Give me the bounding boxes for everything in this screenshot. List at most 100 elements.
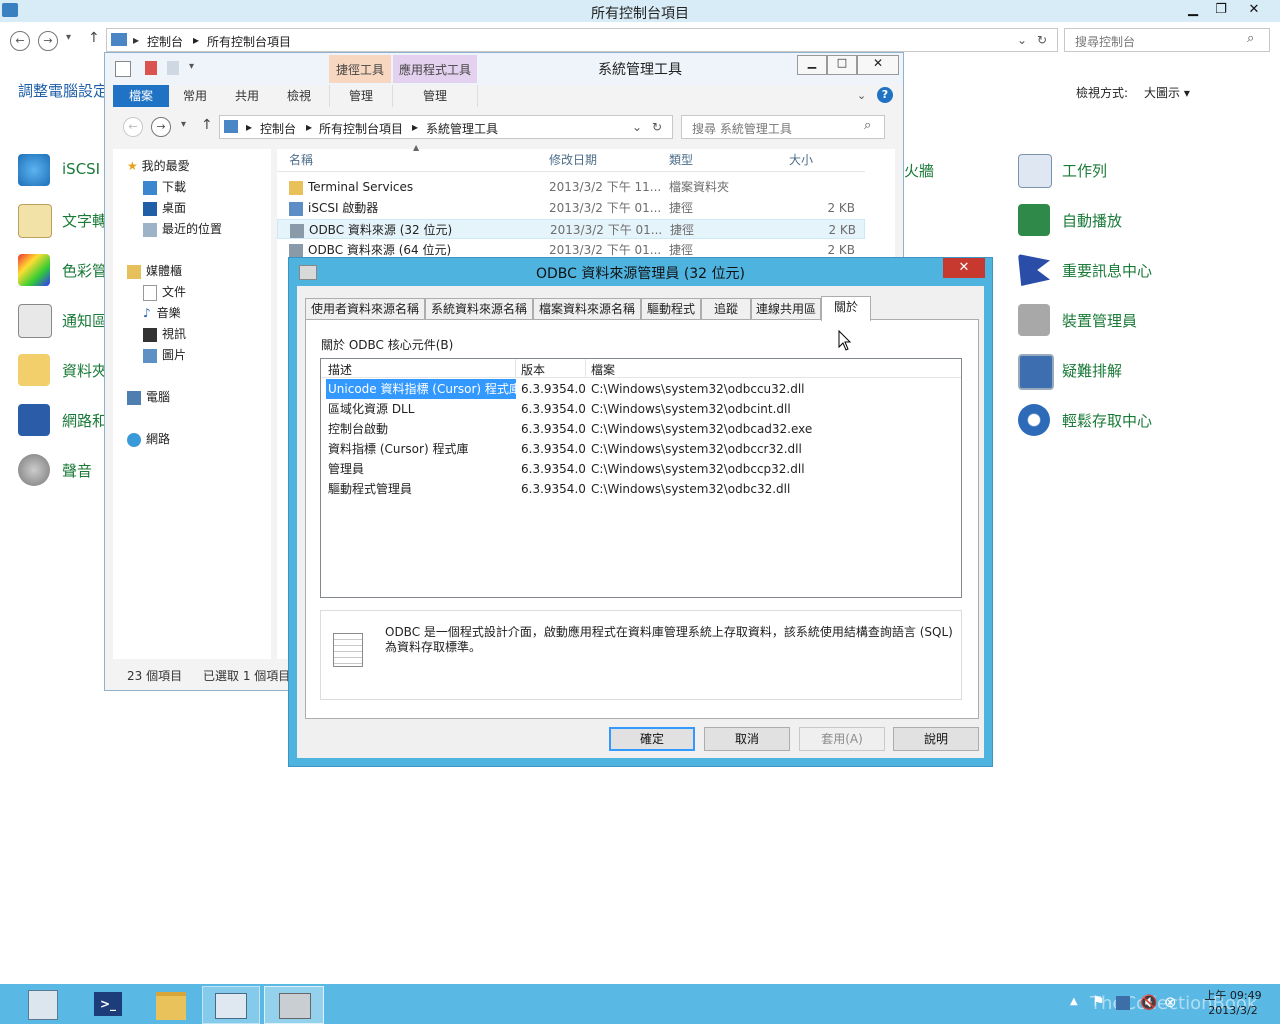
nav-item-music[interactable]: ♪ 音樂 — [143, 304, 181, 321]
nav-favorites[interactable]: ★ 我的最愛 — [127, 157, 190, 174]
column-header-size[interactable]: 大小 — [789, 151, 813, 168]
component-row[interactable]: 管理員 6.3.9354.0 C:\Windows\system32\odbcc… — [321, 459, 961, 479]
column-header-type[interactable]: 類型 — [669, 151, 693, 168]
address-bar[interactable]: ▸ 控制台 ▸ 所有控制台項目 ▸ 系統管理工具 ⌄ ↻ — [219, 115, 673, 139]
quick-access-dropdown-icon[interactable]: ▾ — [189, 61, 194, 72]
show-hidden-icons-chevron-icon[interactable]: ▲ — [1070, 996, 1078, 1007]
speaker-muted-icon[interactable]: 🔇 — [1140, 995, 1157, 1011]
component-row[interactable]: 驅動程式管理員 6.3.9354.0 C:\Windows\system32\o… — [321, 479, 961, 499]
search-box[interactable]: 搜尋 系統管理工具 ⌕ — [681, 115, 885, 139]
cp-item-troubleshooting[interactable]: 疑難排解 — [1062, 360, 1122, 381]
ok-button[interactable]: 確定 — [609, 727, 695, 751]
clock[interactable]: 上午 09:49 2013/3/2 — [1190, 988, 1276, 1018]
tab-system-dsn[interactable]: 系統資料來源名稱 — [425, 298, 533, 320]
back-button[interactable]: ← — [123, 117, 143, 137]
tab-connection-pooling[interactable]: 連線共用區 — [751, 298, 821, 320]
up-arrow-icon[interactable]: ↑ — [88, 30, 100, 46]
up-arrow-icon[interactable]: ↑ — [201, 117, 213, 133]
component-row[interactable]: 區域化資源 DLL 6.3.9354.0 C:\Windows\system32… — [321, 399, 961, 419]
cp-item-network-sharing[interactable]: 網路和 — [62, 410, 107, 431]
nav-item-videos[interactable]: 視訊 — [143, 325, 186, 342]
minimize-button[interactable]: ▁ — [1178, 0, 1208, 20]
breadcrumb-item[interactable]: 系統管理工具 — [426, 120, 498, 137]
forward-button[interactable]: → — [151, 117, 171, 137]
system-menu-icon[interactable] — [115, 61, 131, 77]
help-icon[interactable]: ? — [877, 87, 893, 103]
control-panel-task-button[interactable] — [202, 986, 260, 1024]
component-row[interactable]: 控制台啟動 6.3.9354.0 C:\Windows\system32\odb… — [321, 419, 961, 439]
breadcrumb-item[interactable]: 控制台 — [147, 33, 183, 50]
column-header-name[interactable]: 名稱 — [289, 151, 313, 168]
cp-item-color-management[interactable]: 色彩管 — [62, 260, 107, 281]
cp-item-iscsi[interactable]: iSCSI — [62, 160, 100, 178]
tab-manage-app[interactable]: 管理 — [393, 85, 478, 107]
back-button[interactable]: ← — [10, 31, 30, 51]
tab-about[interactable]: 關於 — [821, 296, 871, 321]
file-row[interactable]: Terminal Services 2013/3/2 下午 11... 檔案資料… — [277, 177, 865, 197]
search-input[interactable]: 搜尋 系統管理工具 — [692, 120, 792, 137]
address-bar[interactable]: ▸ 控制台 ▸ 所有控制台項目 ⌄ ↻ — [106, 28, 1058, 52]
nav-item-desktop[interactable]: 桌面 — [143, 199, 186, 216]
tab-tracing[interactable]: 追蹤 — [701, 298, 751, 320]
cp-item-autoplay[interactable]: 自動播放 — [1062, 210, 1122, 231]
tab-user-dsn[interactable]: 使用者資料來源名稱 — [305, 298, 425, 320]
apply-button[interactable]: 套用(A) — [799, 727, 885, 751]
component-row-selected[interactable]: Unicode 資料指標 (Cursor) 程式庫 6.3.9354.0 C:\… — [321, 379, 961, 399]
column-header-date[interactable]: 修改日期 — [549, 151, 597, 168]
breadcrumb-item[interactable]: 所有控制台項目 — [207, 33, 291, 50]
components-list[interactable]: 描述 版本 檔案 Unicode 資料指標 (Cursor) 程式庫 6.3.9… — [320, 358, 962, 598]
tab-file[interactable]: 檔案 — [113, 85, 169, 107]
tab-share[interactable]: 共用 — [223, 85, 271, 107]
network-tray-icon[interactable] — [1116, 996, 1130, 1010]
minimize-button[interactable]: ▁ — [797, 55, 827, 75]
cp-item-notification-area[interactable]: 通知區 — [62, 310, 107, 331]
close-button[interactable]: ✕ — [857, 55, 899, 75]
file-row[interactable]: iSCSI 啟動器 2013/3/2 下午 01... 捷徑 2 KB — [277, 198, 865, 218]
properties-icon[interactable] — [145, 61, 157, 75]
tab-manage-shortcut[interactable]: 管理 — [329, 85, 393, 107]
cp-item-firewall[interactable]: 火牆 — [904, 160, 934, 181]
nav-item-pictures[interactable]: 圖片 — [143, 346, 186, 363]
recent-pages-chevron-icon[interactable]: ▾ — [66, 32, 71, 43]
cp-item-text-to-speech[interactable]: 文字轉 — [62, 210, 107, 231]
nav-libraries[interactable]: 媒體櫃 — [127, 262, 182, 279]
file-explorer-button[interactable] — [142, 986, 200, 1022]
cp-item-device-manager[interactable]: 裝置管理員 — [1062, 310, 1137, 331]
refresh-icon[interactable]: ↻ — [1037, 33, 1047, 47]
maximize-button[interactable]: ❐ — [1206, 0, 1236, 20]
cp-item-ease-of-access[interactable]: 輕鬆存取中心 — [1062, 410, 1152, 431]
tab-drivers[interactable]: 驅動程式 — [641, 298, 701, 320]
search-icon[interactable]: ⌕ — [864, 118, 871, 133]
tab-file-dsn[interactable]: 檔案資料來源名稱 — [533, 298, 641, 320]
cp-item-taskbar[interactable]: 工作列 — [1062, 160, 1107, 181]
nav-network[interactable]: 網路 — [127, 430, 170, 447]
cancel-button[interactable]: 取消 — [704, 727, 790, 751]
refresh-icon[interactable]: ↻ — [652, 120, 662, 134]
column-header-description[interactable]: 描述 — [328, 361, 352, 378]
cp-item-sound[interactable]: 聲音 — [62, 460, 92, 481]
new-folder-icon[interactable] — [167, 61, 179, 75]
cp-item-folder-options[interactable]: 資料夾 — [62, 360, 107, 381]
cp-item-action-center[interactable]: 重要訊息中心 — [1062, 260, 1152, 281]
powershell-button[interactable]: >_ — [78, 986, 136, 1022]
status-x-icon[interactable]: ⊗ — [1164, 993, 1177, 1011]
nav-item-recent-places[interactable]: 最近的位置 — [143, 220, 222, 237]
breadcrumb-item[interactable]: 所有控制台項目 — [319, 120, 403, 137]
search-input[interactable]: 搜尋控制台 — [1075, 33, 1135, 50]
maximize-button[interactable]: □ — [827, 55, 857, 75]
nav-item-downloads[interactable]: 下載 — [143, 178, 186, 195]
close-button[interactable]: ✕ — [943, 258, 985, 278]
column-header-version[interactable]: 版本 — [521, 361, 545, 378]
expand-ribbon-chevron-icon[interactable]: ⌄ — [857, 89, 866, 102]
tab-view[interactable]: 檢視 — [275, 85, 323, 107]
component-row[interactable]: 資料指標 (Cursor) 程式庫 6.3.9354.0 C:\Windows\… — [321, 439, 961, 459]
column-header-file[interactable]: 檔案 — [591, 361, 615, 378]
context-tab-app-tools[interactable]: 應用程式工具 — [393, 55, 477, 83]
odbc-task-button[interactable] — [264, 986, 324, 1024]
view-by-dropdown[interactable]: 大圖示 ▾ — [1144, 84, 1190, 101]
server-manager-button[interactable] — [12, 986, 70, 1022]
tab-home[interactable]: 常用 — [171, 85, 219, 107]
nav-computer[interactable]: 電腦 — [127, 388, 170, 405]
close-button[interactable]: ✕ — [1240, 0, 1268, 20]
breadcrumb-item[interactable]: 控制台 — [260, 120, 296, 137]
